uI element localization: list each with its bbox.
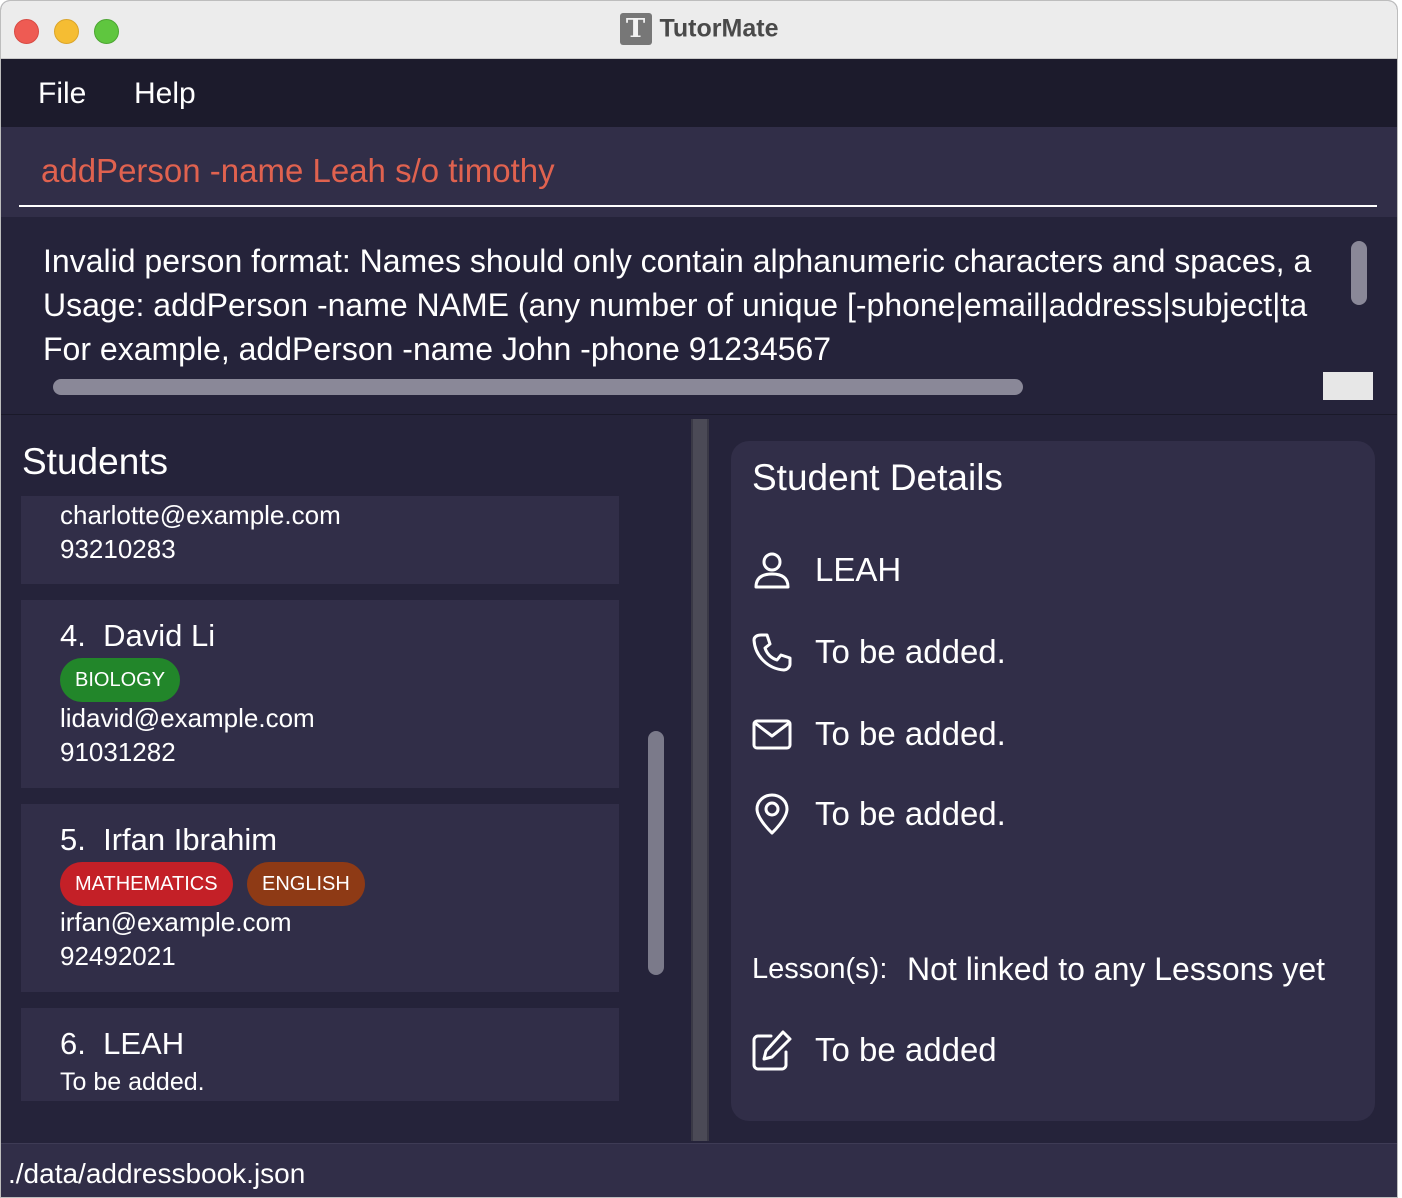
student-name-text: David Li <box>103 618 216 653</box>
detail-address: To be added. <box>815 795 1006 832</box>
window-title: T TutorMate <box>1 13 1397 45</box>
menu-file[interactable]: File <box>38 77 86 111</box>
mail-icon <box>752 719 792 750</box>
detail-name: LEAH <box>815 551 902 588</box>
split-pane-divider[interactable] <box>691 419 709 1141</box>
student-details-panel: Student Details LEAH To be added. To be … <box>731 441 1375 1121</box>
student-email: lidavid@example.com <box>60 703 315 733</box>
student-name: 5. Irfan Ibrahim <box>60 822 277 858</box>
student-phone: 91031282 <box>60 737 176 767</box>
location-pin-icon <box>755 793 789 835</box>
student-list-scrollbar[interactable] <box>648 731 664 975</box>
student-phone: 93210283 <box>60 534 176 564</box>
title-bar: T TutorMate <box>1 1 1397 59</box>
app-window: T TutorMate File Help addPerson -name Lea… <box>0 0 1398 1198</box>
result-line: Invalid person format: Names should only… <box>43 243 1312 279</box>
student-name-text: Irfan Ibrahim <box>103 822 278 857</box>
result-message[interactable]: Invalid person format: Names should only… <box>43 239 1323 389</box>
detail-remark: To be added <box>815 1031 997 1068</box>
lessons-label: Lesson(s): <box>752 953 888 985</box>
student-index: 5. <box>60 822 86 857</box>
status-bar: ./data/addressbook.json <box>1 1143 1397 1197</box>
window-title-text: TutorMate <box>659 14 779 43</box>
student-card[interactable]: 4. David Li BIOLOGY lidavid@example.com … <box>21 600 619 788</box>
student-index: 6. <box>60 1026 86 1061</box>
command-input[interactable]: addPerson -name Leah s/o timothy <box>19 147 1377 207</box>
result-horizontal-scrollbar[interactable] <box>53 379 1023 395</box>
menu-bar: File Help <box>1 59 1397 127</box>
save-location-path: ./data/addressbook.json <box>8 1158 306 1189</box>
student-card[interactable]: charlotte@example.com 93210283 <box>21 496 619 584</box>
student-list[interactable]: charlotte@example.com 93210283 4. David … <box>21 496 619 1101</box>
student-index: 4. <box>60 618 86 653</box>
student-name: 4. David Li <box>60 618 215 654</box>
command-box: addPerson -name Leah s/o timothy <box>1 127 1397 217</box>
subject-tag-mathematics: MATHEMATICS <box>60 862 233 906</box>
result-vertical-scrollbar[interactable] <box>1351 241 1367 305</box>
person-icon <box>754 552 790 589</box>
student-email: irfan@example.com <box>60 907 292 937</box>
student-email: charlotte@example.com <box>60 500 341 530</box>
subject-tag-biology: BIOLOGY <box>60 658 181 702</box>
student-name: 6. LEAH <box>60 1026 184 1062</box>
student-card[interactable]: 5. Irfan Ibrahim MATHEMATICS ENGLISH irf… <box>21 804 619 992</box>
menu-help[interactable]: Help <box>134 77 196 111</box>
details-heading: Student Details <box>752 457 1003 498</box>
student-phone: 92492021 <box>60 941 176 971</box>
detail-email: To be added. <box>815 715 1006 752</box>
student-info-line: To be added. <box>60 1068 205 1096</box>
student-name-text: LEAH <box>103 1026 185 1061</box>
lessons-value: Not linked to any Lessons yet <box>907 951 1326 987</box>
student-card[interactable]: 6. LEAH To be added. <box>21 1008 619 1101</box>
detail-phone: To be added. <box>815 633 1006 670</box>
subject-tag-english: ENGLISH <box>247 862 365 906</box>
app-logo-icon: T <box>619 13 652 45</box>
scrollbar-corner <box>1323 372 1373 400</box>
students-heading: Students <box>22 441 169 482</box>
result-line: Usage: addPerson -name NAME (any number … <box>43 287 1308 323</box>
phone-icon <box>752 633 792 672</box>
edit-icon <box>752 1030 792 1071</box>
result-line: For example, addPerson -name John -phone… <box>43 331 832 367</box>
